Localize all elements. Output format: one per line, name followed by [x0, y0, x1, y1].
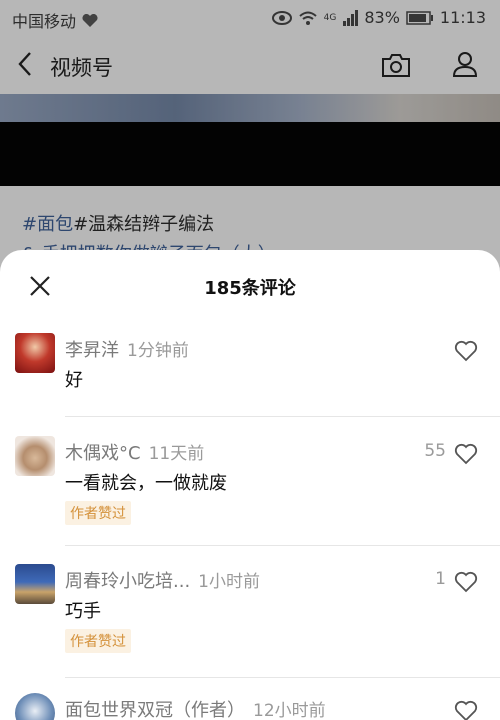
- comment-text: 一看就会，一做就废: [65, 473, 227, 494]
- author-liked-badge: 作者赞过: [65, 501, 131, 525]
- comment-author[interactable]: 周春玲小吃培... 1小时前: [65, 567, 260, 593]
- comment-author[interactable]: 面包世界双冠（作者） 12小时前: [65, 696, 326, 720]
- comment-author[interactable]: 李昇洋 1分钟前: [65, 336, 189, 362]
- comment-time: 11天前: [148, 444, 205, 464]
- author-name: 木偶戏°C: [65, 443, 141, 464]
- avatar[interactable]: [15, 564, 55, 604]
- heart-icon[interactable]: [454, 700, 478, 720]
- comments-sheet: 185条评论 李昇洋 1分钟前 好 木偶戏°C 11天前 一看就会，一做就废 作者赞…: [0, 250, 500, 720]
- heart-icon[interactable]: [454, 443, 478, 465]
- divider: [65, 416, 500, 417]
- avatar[interactable]: [15, 436, 55, 476]
- author-name: 周春玲小吃培...: [65, 571, 191, 592]
- comment-text: 巧手: [65, 601, 101, 622]
- author-liked-badge: 作者赞过: [65, 629, 131, 653]
- like-count: 55: [424, 441, 446, 461]
- comment-author[interactable]: 木偶戏°C 11天前: [65, 439, 204, 465]
- comment-count-title: 185条评论: [204, 278, 296, 299]
- heart-icon[interactable]: [454, 571, 478, 593]
- comment-text: 好: [65, 370, 83, 391]
- author-name: 李昇洋: [65, 340, 119, 361]
- author-name: 面包世界双冠（作者）: [65, 700, 245, 720]
- avatar[interactable]: [15, 333, 55, 373]
- avatar[interactable]: [15, 693, 55, 720]
- divider: [65, 545, 500, 546]
- like-count: 1: [435, 569, 446, 589]
- comment-time: 1小时前: [198, 572, 260, 592]
- heart-icon[interactable]: [454, 340, 478, 362]
- divider: [65, 677, 500, 678]
- comment-time: 1分钟前: [127, 341, 189, 361]
